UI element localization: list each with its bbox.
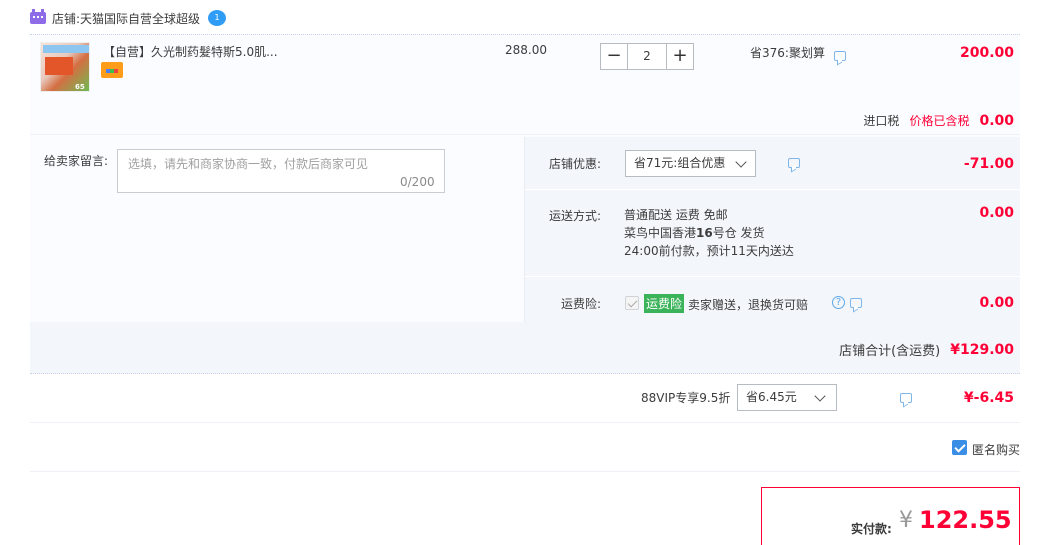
character-count: 0/200 xyxy=(400,175,435,189)
chevron-down-icon xyxy=(735,156,747,168)
insurance-value: 0.00 xyxy=(979,295,1014,311)
seller-message-placeholder: 选填，请先和商家协商一致，付款后商家可见 xyxy=(128,157,369,171)
decrease-quantity-button[interactable]: − xyxy=(600,43,628,70)
shipping-warehouse: 菜鸟中国香港16号仓 发货 xyxy=(624,226,765,240)
vip-discount-row xyxy=(30,375,1020,423)
shop-name-link[interactable]: 天猫国际自营全球超级 xyxy=(80,10,200,27)
shipping-label: 运送方式: xyxy=(549,209,602,223)
tax-included-label: 价格已含税 xyxy=(909,114,970,128)
chat-bubble-icon[interactable] xyxy=(834,51,846,61)
quantity-stepper: − 2 + xyxy=(600,43,694,70)
increase-quantity-button[interactable]: + xyxy=(666,43,694,70)
insurance-description: 卖家赠送，退换货可赔 xyxy=(688,298,809,312)
shop-total-value: ¥129.00 xyxy=(950,341,1014,358)
import-tax-label: 进口税 xyxy=(863,114,900,128)
tmall-icon xyxy=(30,9,46,24)
unit-price: 288.00 xyxy=(505,43,547,57)
shipping-eta: 24:00前付款，预计11天内送达 xyxy=(624,244,794,258)
insurance-checkbox xyxy=(625,296,639,310)
divider xyxy=(524,137,525,322)
product-thumbnail[interactable]: 65 xyxy=(40,42,90,92)
shipping-value: 0.00 xyxy=(979,205,1014,221)
payment-label: 实付款: xyxy=(851,522,892,536)
shop-total-label: 店铺合计(含运费) xyxy=(839,344,941,359)
vip-discount-value: ¥-6.45 xyxy=(963,390,1014,406)
item-subtotal: 200.00 xyxy=(959,45,1014,61)
anonymous-row xyxy=(30,424,1020,472)
divider xyxy=(525,276,1020,277)
shop-discount-selected: 省71元:组合优惠 xyxy=(634,156,726,170)
seller-message-label: 给卖家留言: xyxy=(44,154,109,168)
product-title-link[interactable]: 【自营】久光制药髮特斯5.0肌... xyxy=(103,43,278,60)
insurance-label: 运费险: xyxy=(561,297,602,311)
shipping-info: 普通配送 运费 免邮 菜鸟中国香港16号仓 发货 24:00前付款，预计11天内… xyxy=(624,206,794,260)
shop-total: 店铺合计(含运费) ¥129.00 xyxy=(839,340,1014,360)
vip-discount-selected: 省6.45元 xyxy=(746,390,797,404)
chevron-down-icon xyxy=(814,390,826,402)
shop-discount-label: 店铺优惠: xyxy=(549,157,602,171)
shop-header: 店铺: 天猫国际自营全球超级 1 xyxy=(30,8,227,28)
shop-discount-value: -71.00 xyxy=(963,156,1014,172)
chat-bubble-icon[interactable] xyxy=(787,158,800,168)
payment-amount: 122.55 xyxy=(919,506,1012,534)
import-tax-value: 0.00 xyxy=(979,112,1014,129)
divider xyxy=(525,189,1020,190)
anonymous-checkbox[interactable] xyxy=(952,440,967,455)
anonymous-label[interactable]: 匿名购买 xyxy=(972,441,1020,458)
chat-bubble-icon[interactable] xyxy=(849,298,862,308)
promotion-label: 省376:聚划算 xyxy=(750,46,825,60)
vip-discount-select[interactable]: 省6.45元 xyxy=(737,384,837,411)
shop-discount-select[interactable]: 省71元:组合优惠 xyxy=(625,150,756,177)
help-question-icon[interactable]: ? xyxy=(832,296,845,309)
shop-label: 店铺: xyxy=(52,11,81,26)
import-tax-row: 进口税 价格已含税 0.00 xyxy=(863,112,1014,129)
quantity-input[interactable]: 2 xyxy=(628,43,666,70)
payment-currency: ¥ xyxy=(899,508,913,533)
thumbnail-text: 65 xyxy=(75,83,85,91)
insurance-badge: 运费险 xyxy=(644,294,685,313)
chat-bubble-icon[interactable] xyxy=(900,393,913,403)
wangwang-chat-icon[interactable]: 1 xyxy=(208,10,227,26)
vip-discount-label: 88VIP专享9.5折 xyxy=(641,391,731,405)
shipping-method: 普通配送 运费 免邮 xyxy=(624,208,728,222)
credit-card-icon xyxy=(101,62,123,78)
